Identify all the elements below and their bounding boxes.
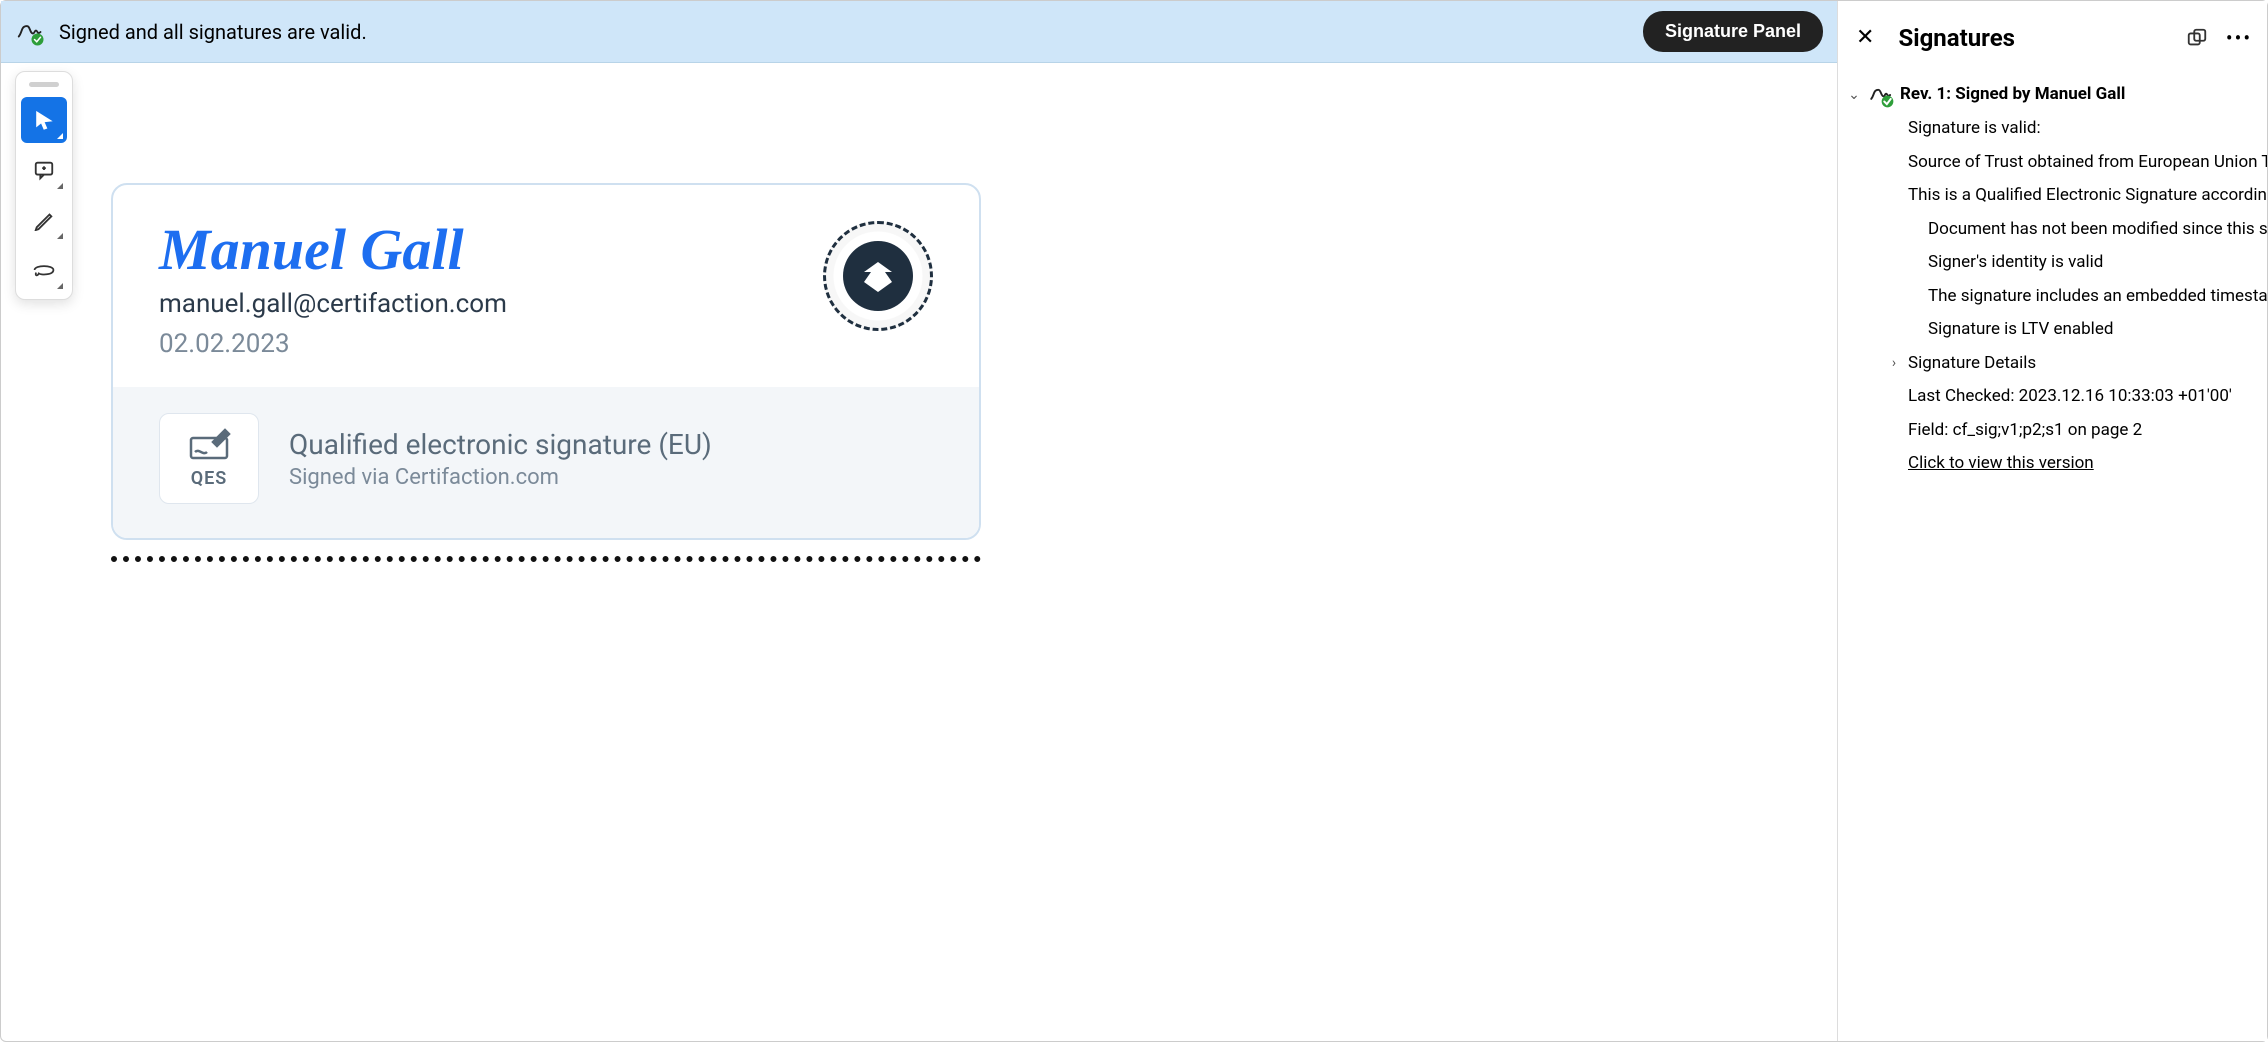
- signature-card-header: Manuel Gall manuel.gall@certifaction.com…: [113, 185, 979, 387]
- close-icon[interactable]: ✕: [1846, 19, 1884, 56]
- signatures-panel: ✕ Signatures ••• ⌄ Rev. 1: Signed by Man…: [1837, 1, 2267, 1041]
- qes-badge: QES: [159, 413, 259, 504]
- tree-line-ltv: Signature is LTV enabled: [1846, 313, 2267, 347]
- signature-card-footer: QES Qualified electronic signature (EU) …: [113, 387, 979, 538]
- page-separator: [111, 556, 981, 562]
- sign-date: 02.02.2023: [159, 329, 507, 359]
- panel-title: Signatures: [1898, 24, 2169, 52]
- revision-title: Rev. 1: Signed by Manuel Gall: [1900, 82, 2125, 108]
- qes-subtitle: Signed via Certifaction.com: [289, 465, 712, 490]
- signature-panel-button[interactable]: Signature Panel: [1643, 11, 1823, 52]
- qes-title: Qualified electronic signature (EU): [289, 428, 712, 461]
- tree-line-identity: Signer's identity is valid: [1846, 246, 2267, 280]
- popout-icon[interactable]: [2183, 24, 2211, 52]
- chevron-right-icon[interactable]: ›: [1886, 353, 1902, 374]
- signature-valid-icon: [15, 17, 45, 47]
- signer-email: manuel.gall@certifaction.com: [159, 289, 507, 319]
- chevron-down-icon[interactable]: ⌄: [1846, 85, 1862, 106]
- signature-seal-icon: [823, 221, 933, 331]
- signature-details-row[interactable]: › Signature Details: [1846, 347, 2267, 381]
- document-area: Signed and all signatures are valid. Sig…: [1, 1, 1837, 1041]
- signature-details-label: Signature Details: [1908, 351, 2036, 377]
- signature-status-text: Signed and all signatures are valid.: [59, 20, 1629, 44]
- signer-name: Manuel Gall: [159, 221, 507, 279]
- signature-valid-icon: [1868, 82, 1894, 108]
- tree-line-timestamp: The signature includes an embedded times…: [1846, 280, 2267, 314]
- panel-header: ✕ Signatures •••: [1838, 1, 2267, 74]
- signature-status-banner: Signed and all signatures are valid. Sig…: [1, 1, 1837, 63]
- tree-line-not-modified: Document has not been modified since thi…: [1846, 213, 2267, 247]
- tree-line-qualified: This is a Qualified Electronic Signature…: [1846, 179, 2267, 213]
- more-options-icon[interactable]: •••: [2225, 24, 2253, 52]
- view-version-link[interactable]: Click to view this version: [1846, 447, 2267, 481]
- qes-badge-label: QES: [160, 468, 258, 489]
- revision-row[interactable]: ⌄ Rev. 1: Signed by Manuel Gall: [1846, 78, 2267, 112]
- tree-line-valid: Signature is valid:: [1846, 112, 2267, 146]
- document-viewport[interactable]: Manuel Gall manuel.gall@certifaction.com…: [1, 63, 1837, 1041]
- signature-tree: ⌄ Rev. 1: Signed by Manuel Gall Signatur…: [1838, 74, 2267, 481]
- signature-card: Manuel Gall manuel.gall@certifaction.com…: [111, 183, 981, 540]
- tree-line-field: Field: cf_sig;v1;p2;s1 on page 2: [1846, 414, 2267, 448]
- tree-line-last-checked: Last Checked: 2023.12.16 10:33:03 +01'00…: [1846, 380, 2267, 414]
- tree-line-source: Source of Trust obtained from European U…: [1846, 146, 2267, 180]
